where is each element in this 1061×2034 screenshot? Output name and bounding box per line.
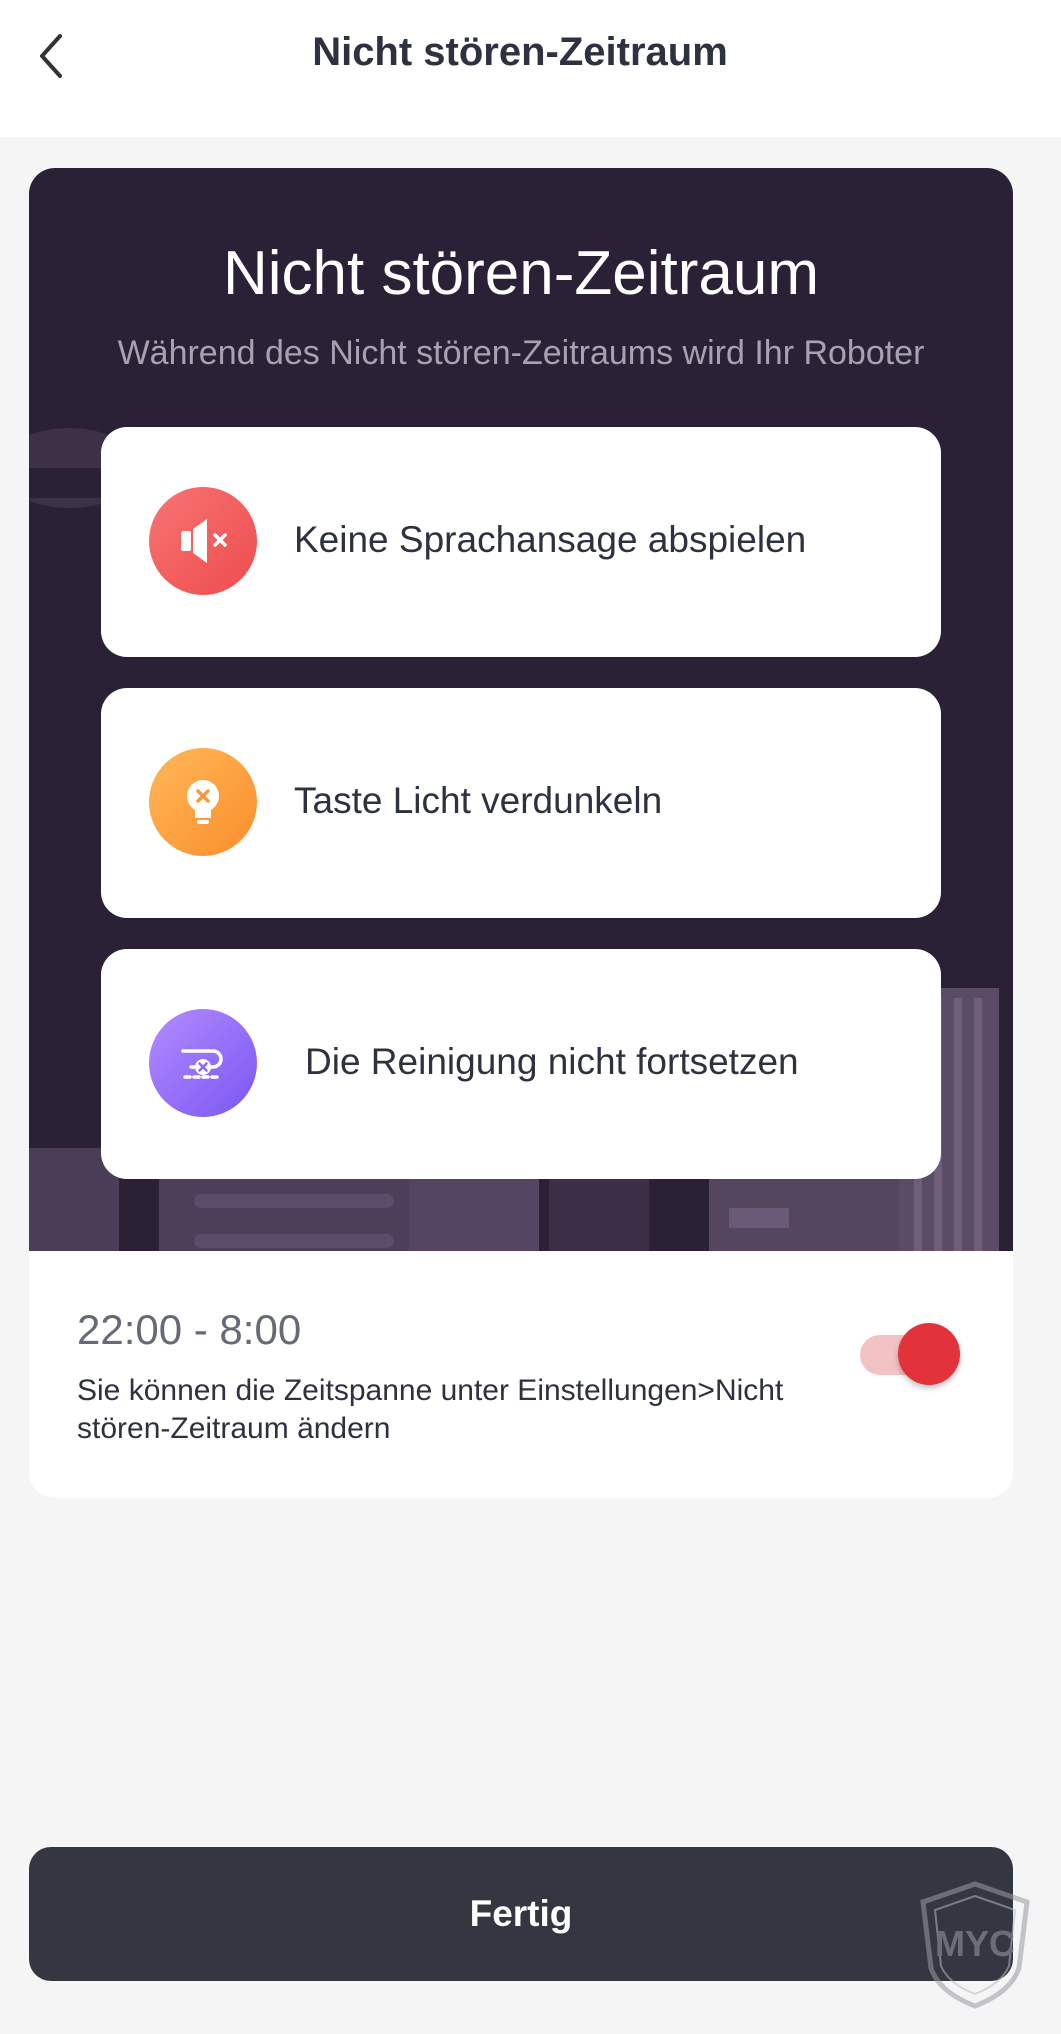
route-cancel-icon xyxy=(149,1009,257,1117)
hero-panel: Nicht stören-Zeitraum Während des Nicht … xyxy=(29,168,1013,1251)
dnd-toggle[interactable] xyxy=(860,1323,960,1385)
dnd-info-card: Nicht stören-Zeitraum Während des Nicht … xyxy=(29,168,1013,1498)
top-bar: Nicht stören-Zeitraum xyxy=(0,0,1061,137)
feature-item-no-resume: Die Reinigung nicht fortsetzen xyxy=(101,949,941,1179)
page-title: Nicht stören-Zeitraum xyxy=(312,30,728,74)
settings-hint: Sie können die Zeitspanne unter Einstell… xyxy=(77,1374,784,1445)
hero-title: Nicht stören-Zeitraum xyxy=(222,239,820,308)
hero-subtitle: Während des Nicht stören-Zeitraums wird … xyxy=(117,334,925,372)
feature-item-no-voice: Keine Sprachansage abspielen xyxy=(101,427,941,657)
feature-label: Die Reinigung nicht fortsetzen xyxy=(305,1041,799,1082)
toggle-knob xyxy=(898,1323,960,1385)
feature-label: Keine Sprachansage abspielen xyxy=(294,519,807,560)
done-button[interactable]: Fertig xyxy=(29,1847,1013,1981)
lightbulb-off-icon xyxy=(149,748,257,856)
shield-logo-icon: MYC xyxy=(920,1881,1030,2009)
watermark-text: MYC xyxy=(935,1923,1015,1964)
feature-item-dim-light: Taste Licht verdunkeln xyxy=(101,688,941,918)
time-range: 22:00 - 8:00 xyxy=(77,1306,302,1353)
speaker-muted-icon xyxy=(149,487,257,595)
feature-label: Taste Licht verdunkeln xyxy=(294,780,663,821)
